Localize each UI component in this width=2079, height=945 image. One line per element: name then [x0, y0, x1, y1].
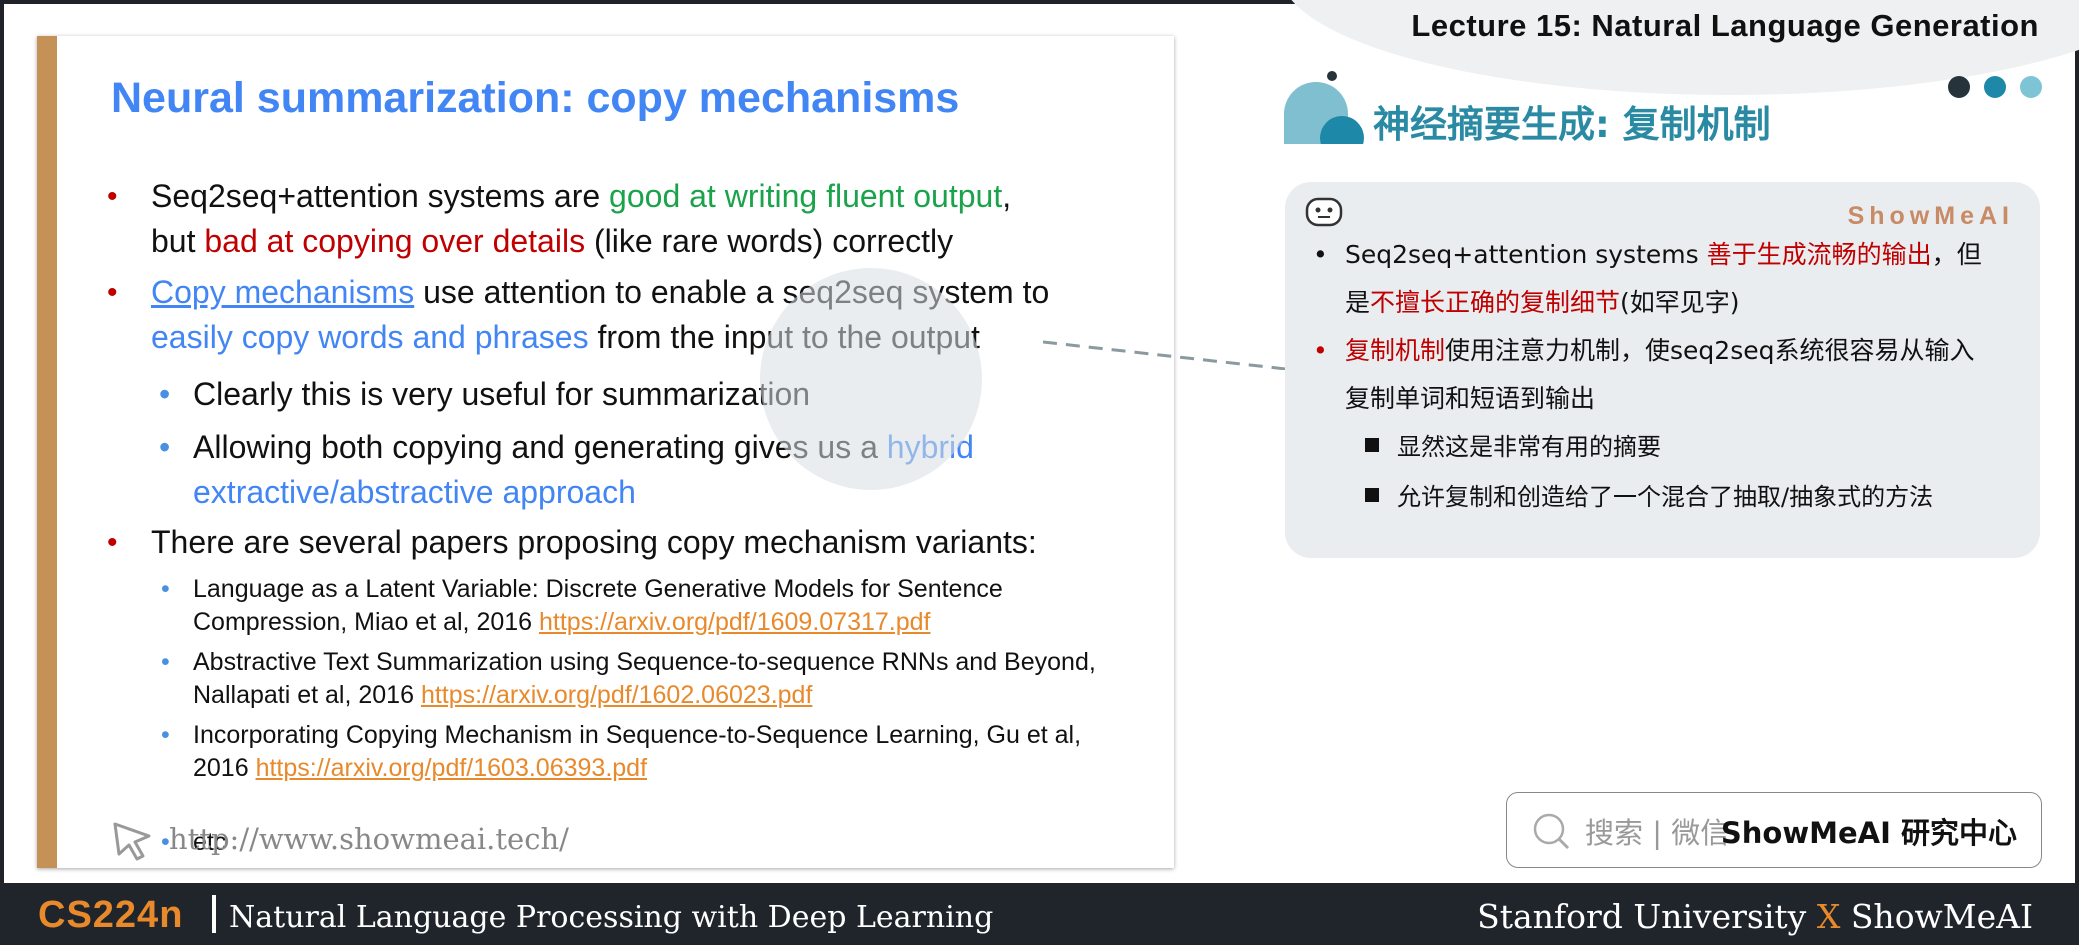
notes-sub-2: 允许复制和创造给了一个混合了抽取/抽象式的方法	[1365, 479, 1934, 515]
notes-line-3-b: 使用注意力机制，使seq2seq系统很容易从输入	[1445, 336, 1975, 365]
search-brand: ShowMeAI 研究中心	[1720, 816, 2017, 850]
bullet-1-but: but	[151, 223, 205, 259]
decoration-dots	[1948, 76, 2042, 98]
paper-bullet-mark: •	[161, 575, 170, 603]
notes-bullet-mark: •	[1313, 240, 1328, 269]
bullet-1-comma: ,	[1002, 178, 1012, 214]
notes-line-2-c: (如罕见字)	[1620, 288, 1740, 317]
paper-title: Incorporating Copying Mechanism in Seque…	[193, 721, 1082, 749]
paper-bullet-mark: •	[161, 721, 170, 749]
notes-title: 神经摘要生成: 复制机制	[1373, 103, 1771, 146]
search-icon	[1533, 813, 1570, 850]
robot-icon	[1305, 197, 1343, 227]
bullet-3-text: There are several papers proposing copy …	[151, 524, 1037, 560]
footer-divider	[212, 895, 216, 933]
notes-sub-1-text: 显然这是非常有用的摘要	[1397, 433, 1661, 461]
dot-light	[2020, 76, 2042, 98]
notes-line-2: 是不擅长正确的复制细节(如罕见字)	[1345, 285, 1740, 321]
footer-brand: Stanford University X ShowMeAI	[1477, 897, 2033, 936]
notes-sub-2-text: 允许复制和创造给了一个混合了抽取/抽象式的方法	[1397, 483, 1934, 511]
wechat-search-box[interactable]: 搜索 | 微信 ShowMeAI 研究中心	[1506, 792, 2042, 868]
paper-authors: 2016	[193, 754, 256, 782]
notes-panel: ShowMeAI • Seq2seq+attention systems 善于生…	[1285, 182, 2040, 558]
notes-bullet-mark: •	[1313, 336, 1328, 365]
connector-line	[1043, 340, 1287, 370]
paper-link[interactable]: https://arxiv.org/pdf/1609.07317.pdf	[539, 608, 930, 636]
footer-course-code: CS224n	[38, 894, 184, 936]
square-bullet	[1365, 438, 1379, 452]
paper-title: Language as a Latent Variable: Discrete …	[193, 575, 1003, 603]
footer-showmeai: ShowMeAI	[1850, 897, 2033, 936]
footer-bar: CS224n Natural Language Processing with …	[0, 883, 2079, 945]
footer-x: X	[1816, 897, 1841, 936]
bullet-1-tail: (like rare words) correctly	[585, 223, 954, 259]
paper-authors: Nallapati et al, 2016	[193, 681, 421, 709]
notes-line-2-b: 不擅长正确的复制细节	[1370, 288, 1621, 317]
bullet-1-good: good at writing fluent output	[609, 178, 1003, 214]
bullet-mark: •	[107, 276, 118, 309]
footer-university: Stanford University	[1477, 897, 1807, 936]
search-label: 搜索 | 微信	[1585, 816, 1730, 850]
title-decoration-icon	[1284, 71, 1374, 146]
paper-link[interactable]: https://arxiv.org/pdf/1603.06393.pdf	[256, 754, 647, 782]
slide-accent-bar	[37, 36, 57, 868]
paper-link[interactable]: https://arxiv.org/pdf/1602.06023.pdf	[421, 681, 812, 709]
notes-line-4: 复制单词和短语到输出	[1345, 384, 1596, 413]
sub-bullet-mark: •	[159, 429, 171, 465]
sub-bullet-mark: •	[159, 376, 171, 412]
notes-line-2-a: 是	[1345, 288, 1371, 317]
slide-title: Neural summarization: copy mechanisms	[111, 74, 960, 122]
notes-line-1: • Seq2seq+attention systems 善于生成流畅的输出，但	[1313, 237, 1982, 273]
notes-brand: ShowMeAI	[1847, 202, 2014, 230]
notes-line-3-a: 复制机制	[1345, 336, 1446, 365]
sub-bullet-1-text: Clearly this is very useful for summariz…	[193, 376, 811, 412]
notes-line-1-a: Seq2seq+attention systems	[1345, 240, 1707, 269]
square-bullet	[1365, 488, 1379, 502]
paper-title: Abstractive Text Summarization using Seq…	[193, 648, 1096, 676]
lecture-title: Lecture 15: Natural Language Generation	[1411, 8, 2039, 43]
notes-line-1-c: ，但	[1931, 240, 1982, 269]
bullet-mark: •	[107, 180, 118, 213]
cursor-icon	[113, 822, 151, 861]
paper-bullet-mark: •	[161, 648, 170, 676]
slide-url[interactable]: http://www.showmeai.tech/	[169, 822, 569, 856]
bullet-mark: •	[107, 526, 118, 559]
footer-course-name: Natural Language Processing with Deep Le…	[229, 900, 994, 935]
paper-authors: Compression, Miao et al, 2016	[193, 608, 540, 636]
bullet-2-highlight: easily copy words and phrases	[151, 319, 589, 355]
sub-bullet-2-approach: extractive/abstractive approach	[193, 474, 636, 510]
copy-mechanisms-link[interactable]: Copy mechanisms	[151, 274, 414, 310]
bullet-1-text: Seq2seq+attention systems are	[151, 178, 610, 214]
notes-sub-1: 显然这是非常有用的摘要	[1365, 429, 1661, 465]
notes-line-3: • 复制机制使用注意力机制，使seq2seq系统很容易从输入	[1313, 333, 1975, 369]
notes-line-1-b: 善于生成流畅的输出	[1706, 240, 1932, 269]
dot-dark	[1948, 76, 1970, 98]
slide-card: Neural summarization: copy mechanisms • …	[37, 36, 1174, 868]
bullet-1-bad: bad at copying over details	[204, 223, 586, 259]
highlight-circle	[760, 268, 982, 490]
dot-teal	[1984, 76, 2006, 98]
